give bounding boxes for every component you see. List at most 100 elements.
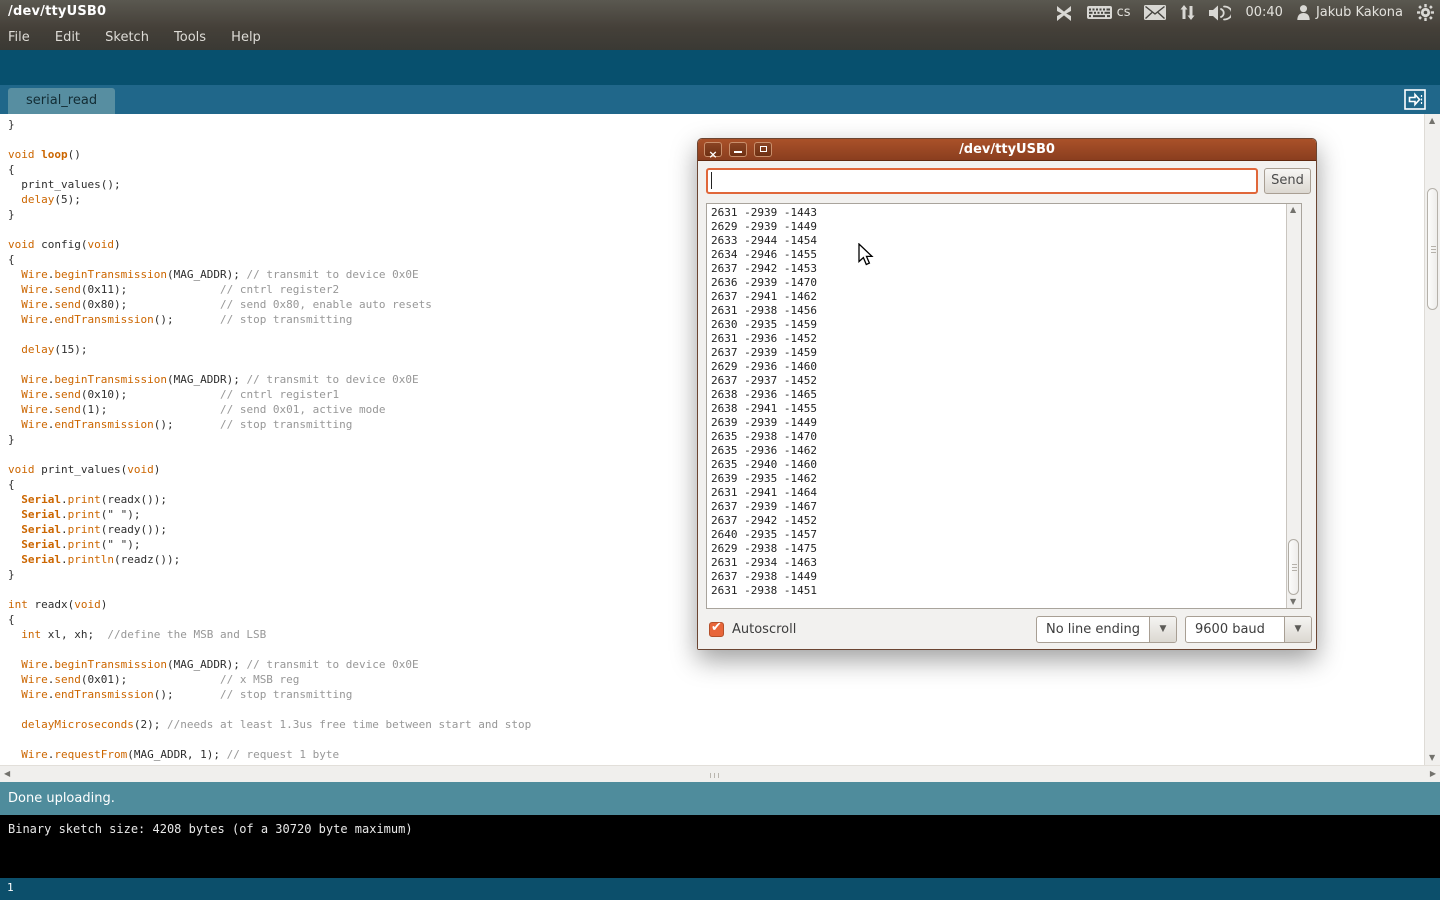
editor-horizontal-scrollbar[interactable]: ◀ ▶ <box>0 765 1440 782</box>
footer-bar: 1 <box>0 878 1440 900</box>
code-line: Serial.print(ready()); <box>8 522 531 537</box>
screen: /dev/ttyUSB0 cs <box>0 0 1440 900</box>
serial-line: 2635 -2938 -1470 <box>711 430 817 444</box>
chevron-down-icon: ▼ <box>1295 624 1302 634</box>
serial-line: 2637 -2942 -1453 <box>711 262 817 276</box>
desktop-panel: /dev/ttyUSB0 cs <box>0 0 1440 50</box>
serial-scroll-down-icon[interactable]: ▼ <box>1290 598 1296 606</box>
code-line: Wire.beginTransmission(MAG_ADDR); // tra… <box>8 657 531 672</box>
code-line: Serial.println(readz()); <box>8 552 531 567</box>
code-line: { <box>8 252 531 267</box>
menu-sketch[interactable]: Sketch <box>105 25 149 50</box>
scroll-up-arrow-icon[interactable]: ▲ <box>1429 117 1435 125</box>
code-line: print_values(); <box>8 177 531 192</box>
code-line <box>8 582 531 597</box>
menu-tools[interactable]: Tools <box>174 25 206 50</box>
serial-line: 2631 -2938 -1451 <box>711 584 817 598</box>
serial-line: 2636 -2939 -1470 <box>711 276 817 290</box>
serial-monitor-toggle-button[interactable] <box>1404 89 1426 110</box>
code-line: { <box>8 162 531 177</box>
serial-input[interactable] <box>706 168 1258 194</box>
scroll-down-arrow-icon[interactable]: ▼ <box>1429 754 1435 762</box>
tab-serial-read[interactable]: serial_read <box>8 88 115 114</box>
serial-line: 2629 -2938 -1475 <box>711 542 817 556</box>
code-line: Wire.send(0x01); // x MSB reg <box>8 672 531 687</box>
chevron-down-icon: ▼ <box>1160 624 1167 634</box>
menu-file[interactable]: File <box>8 25 30 50</box>
menu-help[interactable]: Help <box>231 25 261 50</box>
serial-line: 2638 -2936 -1465 <box>711 388 817 402</box>
menu-bar: File Edit Sketch Tools Help <box>0 25 1440 50</box>
mouse-cursor-icon <box>858 243 874 270</box>
user-menu[interactable]: Jakub Kakona <box>1297 5 1403 20</box>
code-line: } <box>8 207 531 222</box>
serial-line: 2635 -2936 -1462 <box>711 444 817 458</box>
scroll-left-arrow-icon[interactable]: ◀ <box>4 770 10 778</box>
code-line: Serial.print(readx()); <box>8 492 531 507</box>
menu-edit[interactable]: Edit <box>55 25 80 50</box>
serial-scroll-up-icon[interactable]: ▲ <box>1290 206 1296 214</box>
serial-line: 2635 -2940 -1460 <box>711 458 817 472</box>
line-ending-dropdown[interactable]: No line ending ▼ <box>1036 616 1177 643</box>
code-line: void loop() <box>8 147 531 162</box>
keyboard-layout-label: cs <box>1117 5 1131 20</box>
text-caret <box>711 172 712 189</box>
serial-monitor-window: × /dev/ttyUSB0 Send 2631 -2939 -14432629… <box>697 138 1317 650</box>
serial-line: 2631 -2938 -1456 <box>711 304 817 318</box>
serial-line: 2638 -2941 -1455 <box>711 402 817 416</box>
tab-label: serial_read <box>26 93 97 108</box>
baud-rate-value: 9600 baud <box>1195 622 1265 637</box>
serial-line: 2629 -2936 -1460 <box>711 360 817 374</box>
send-button[interactable]: Send <box>1264 168 1311 194</box>
serial-line: 2637 -2937 -1452 <box>711 374 817 388</box>
code-line <box>8 732 531 747</box>
system-tray: cs 00:40 Jakub Kakona <box>1055 0 1434 25</box>
code-line <box>8 702 531 717</box>
serial-line: 2629 -2939 -1449 <box>711 220 817 234</box>
status-message: Done uploading. <box>8 791 115 806</box>
build-console: Binary sketch size: 4208 bytes (of a 307… <box>0 815 1440 878</box>
line-number-indicator: 1 <box>7 881 14 894</box>
serial-line: 2630 -2935 -1459 <box>711 318 817 332</box>
editor-scrollbar-thumb[interactable] <box>1427 188 1438 310</box>
serial-line: 2637 -2938 -1449 <box>711 570 817 584</box>
user-icon <box>1297 5 1310 20</box>
mail-icon[interactable] <box>1144 5 1166 20</box>
serial-line: 2639 -2939 -1449 <box>711 416 817 430</box>
dropbox-icon[interactable] <box>1055 4 1073 22</box>
code-line: int readx(void) <box>8 597 531 612</box>
code-line: void print_values(void) <box>8 462 531 477</box>
code-line: Wire.requestFrom(MAG_ADDR, 1); // reques… <box>8 747 531 762</box>
scroll-right-arrow-icon[interactable]: ▶ <box>1430 770 1436 778</box>
code-line <box>8 222 531 237</box>
autoscroll-label: Autoscroll <box>732 622 796 637</box>
volume-icon[interactable] <box>1209 5 1231 21</box>
username: Jakub Kakona <box>1316 5 1403 20</box>
editor-vertical-scrollbar[interactable]: ▲ ▼ <box>1424 114 1440 765</box>
clock[interactable]: 00:40 <box>1245 5 1282 20</box>
serial-line: 2637 -2942 -1452 <box>711 514 817 528</box>
serial-scrollbar[interactable]: ▲ ▼ <box>1286 204 1301 608</box>
keyboard-layout-icon <box>1087 6 1112 20</box>
serial-output-area[interactable]: 2631 -2939 -14432629 -2939 -14492633 -29… <box>706 203 1302 609</box>
code-line: delay(5); <box>8 192 531 207</box>
dropdown-arrow-button[interactable]: ▼ <box>1149 617 1176 642</box>
serial-scrollbar-thumb[interactable] <box>1288 539 1299 595</box>
network-arrows-icon[interactable] <box>1180 5 1195 20</box>
keyboard-layout-indicator[interactable]: cs <box>1087 5 1131 20</box>
code-line <box>8 132 531 147</box>
code-line: delay(15); <box>8 342 531 357</box>
serial-line: 2631 -2936 -1452 <box>711 332 817 346</box>
serial-line: 2631 -2941 -1464 <box>711 486 817 500</box>
code-line: Wire.send(1); // send 0x01, active mode <box>8 402 531 417</box>
code-line: } <box>8 567 531 582</box>
serial-line: 2637 -2939 -1467 <box>711 500 817 514</box>
dropdown-arrow-button[interactable]: ▼ <box>1284 617 1311 642</box>
serial-window-titlebar[interactable]: × /dev/ttyUSB0 <box>698 139 1316 161</box>
baud-rate-dropdown[interactable]: 9600 baud ▼ <box>1185 616 1312 643</box>
autoscroll-checkbox[interactable]: ✔ <box>709 622 724 637</box>
tab-bar: serial_read <box>0 85 1440 114</box>
session-gear-icon[interactable] <box>1417 4 1434 21</box>
code-text: } void loop(){ print_values(); delay(5);… <box>8 117 531 762</box>
serial-line: 2631 -2934 -1463 <box>711 556 817 570</box>
